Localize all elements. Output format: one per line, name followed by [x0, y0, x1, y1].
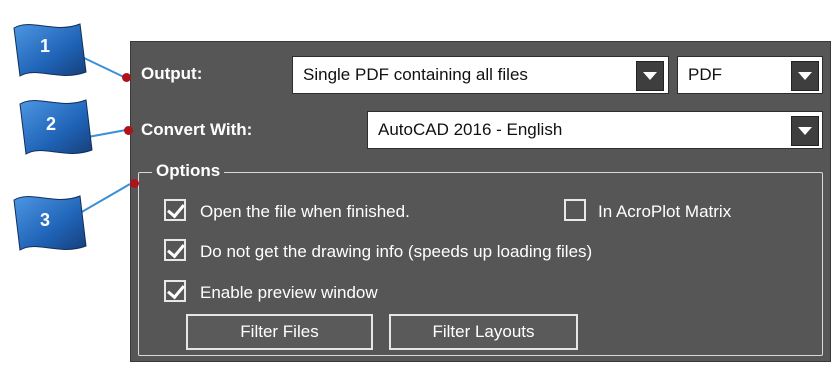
leader-line-1	[81, 56, 127, 79]
convert-with-value: AutoCAD 2016 - English	[378, 120, 563, 139]
enable-preview-checkbox[interactable]	[164, 280, 186, 302]
output-format-dropdown[interactable]: PDF	[677, 56, 823, 94]
output-mode-dropdown[interactable]: Single PDF containing all files	[292, 56, 669, 94]
chevron-down-icon[interactable]	[791, 61, 819, 91]
filter-files-button[interactable]: Filter Files	[186, 314, 373, 350]
in-acroplot-matrix-label[interactable]: In AcroPlot Matrix	[598, 202, 731, 222]
options-group-title: Options	[152, 161, 225, 181]
checkmark-icon	[167, 280, 185, 300]
no-drawing-info-checkbox[interactable]	[164, 239, 186, 261]
marker-dot-convert	[124, 126, 133, 135]
in-acroplot-matrix-checkbox[interactable]	[564, 199, 586, 221]
leader-line-3	[79, 183, 131, 214]
checkmark-icon	[167, 199, 185, 219]
marker-dot-options	[130, 179, 139, 188]
filter-layouts-button[interactable]: Filter Layouts	[389, 314, 578, 350]
open-when-finished-label[interactable]: Open the file when finished.	[200, 202, 410, 222]
marker-dot-output	[122, 73, 131, 82]
callout-number-2: 2	[46, 114, 57, 134]
no-drawing-info-label[interactable]: Do not get the drawing info (speeds up l…	[200, 242, 592, 262]
output-format-value: PDF	[688, 65, 722, 84]
output-label: Output:	[141, 64, 203, 83]
leader-line-2	[87, 129, 127, 138]
checkmark-icon	[167, 239, 185, 259]
chevron-down-icon[interactable]	[636, 61, 664, 91]
chevron-down-icon[interactable]	[791, 116, 819, 146]
convert-with-label: Convert With:	[141, 120, 253, 139]
output-mode-value: Single PDF containing all files	[303, 65, 528, 84]
open-when-finished-checkbox[interactable]	[164, 199, 186, 221]
callout-number-1: 1	[40, 36, 51, 56]
enable-preview-label[interactable]: Enable preview window	[200, 283, 378, 303]
callout-number-3: 3	[40, 210, 51, 230]
convert-with-dropdown[interactable]: AutoCAD 2016 - English	[367, 111, 823, 149]
